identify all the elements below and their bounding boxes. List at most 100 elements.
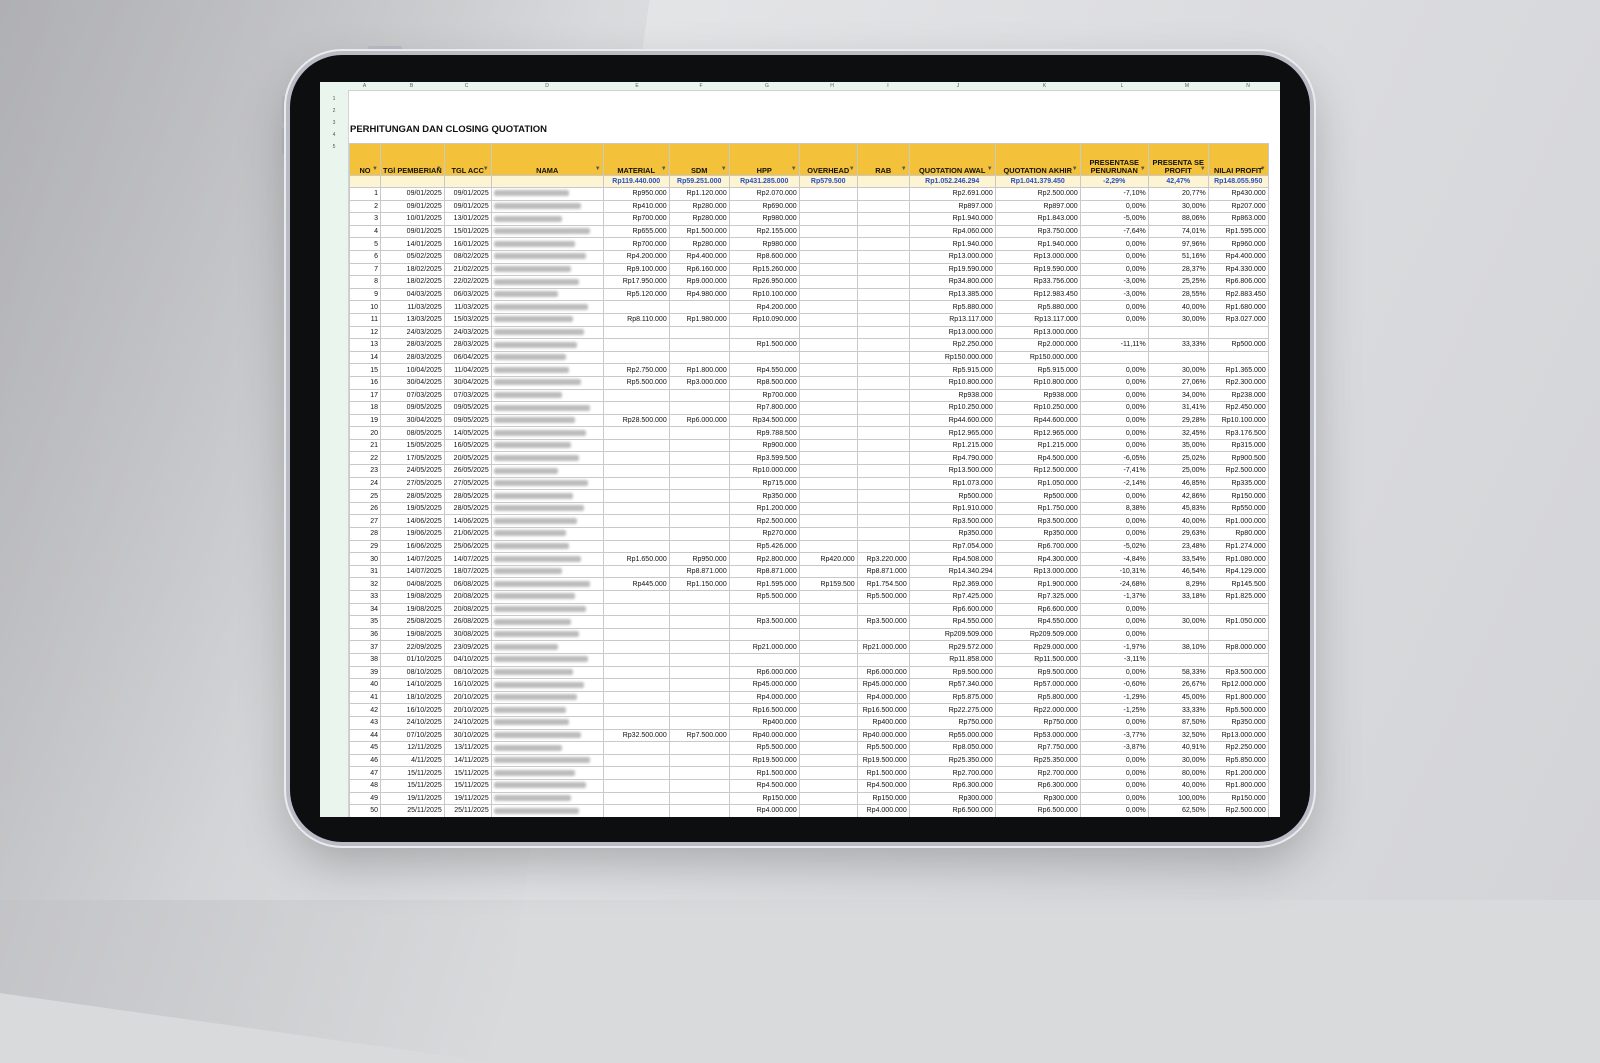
row-quotation-awal[interactable]: Rp13.000.000 <box>908 249 996 264</box>
row-tgl-pemberian[interactable]: 19/08/2025 <box>380 590 445 604</box>
row-presentase-profit[interactable]: 62,50% <box>1147 804 1209 817</box>
row-nama[interactable] <box>490 804 604 817</box>
row-tgl-pemberian[interactable]: 14/07/2025 <box>380 564 445 579</box>
row-sdm[interactable]: Rp1.120.000 <box>668 187 730 201</box>
row-tgl-acc[interactable]: 30/04/2025 <box>443 375 492 390</box>
row-quotation-awal[interactable]: Rp19.590.000 <box>908 262 996 277</box>
row-rab[interactable] <box>856 312 910 327</box>
row-tgl-acc[interactable]: 28/05/2025 <box>443 501 492 516</box>
row-tgl-acc[interactable]: 09/05/2025 <box>443 401 492 415</box>
row-material[interactable]: Rp17.950.000 <box>602 275 670 289</box>
column-letter[interactable]: D <box>491 82 603 90</box>
row-presentase-penurunan[interactable]: -4,84% <box>1079 552 1149 566</box>
row-nama[interactable] <box>490 564 604 579</box>
row-nilai-profit[interactable]: Rp2.450.000 <box>1207 401 1269 415</box>
row-material[interactable]: Rp28.500.000 <box>602 413 670 428</box>
row-tgl-pemberian[interactable]: 08/05/2025 <box>380 426 445 440</box>
row-hpp[interactable]: Rp21.000.000 <box>728 640 800 654</box>
row-tgl-acc[interactable]: 20/08/2025 <box>443 590 492 604</box>
row-hpp[interactable] <box>728 350 800 365</box>
row-presentase-penurunan[interactable]: -3,87% <box>1079 741 1149 755</box>
row-nilai-profit[interactable]: Rp1.000.000 <box>1207 514 1269 529</box>
row-presentase-penurunan[interactable]: 0,00% <box>1079 778 1149 793</box>
row-quotation-akhir[interactable]: Rp4.300.000 <box>994 552 1081 566</box>
row-tgl-acc[interactable]: 11/04/2025 <box>443 363 492 377</box>
row-tgl-pemberian[interactable]: 25/08/2025 <box>380 615 445 629</box>
row-nama[interactable] <box>490 766 604 780</box>
row-nilai-profit[interactable]: Rp150.000 <box>1207 489 1269 503</box>
column-letter[interactable]: E <box>604 82 670 90</box>
row-tgl-pemberian[interactable]: 11/03/2025 <box>380 300 445 314</box>
row-overhead[interactable] <box>798 590 858 604</box>
row-rab[interactable]: Rp21.000.000 <box>856 640 910 654</box>
row-overhead[interactable] <box>798 224 858 239</box>
row-quotation-akhir[interactable]: Rp350.000 <box>994 527 1081 541</box>
filter-icon[interactable]: ▼ <box>849 165 855 173</box>
header-tgl-acc[interactable]: TGL ACC ▼ <box>443 143 492 176</box>
row-rab[interactable] <box>856 262 910 277</box>
table-row[interactable]: 25 28/05/2025 28/05/2025 Rp350.000 Rp500.000… <box>349 489 1269 503</box>
row-presentase-profit[interactable]: 51,16% <box>1147 249 1209 264</box>
table-row[interactable]: 31 14/07/2025 18/07/2025 Rp8.871.000 Rp8.871… <box>349 564 1269 579</box>
row-presentase-profit[interactable]: 40,00% <box>1147 300 1209 314</box>
row-hpp[interactable]: Rp4.550.000 <box>728 363 800 377</box>
row-nama[interactable] <box>490 640 604 654</box>
column-letter[interactable]: H <box>803 82 861 90</box>
row-rab[interactable] <box>856 212 910 226</box>
row-presentase-penurunan[interactable]: -10,31% <box>1079 564 1149 579</box>
row-overhead[interactable] <box>798 262 858 277</box>
row-overhead[interactable] <box>798 363 858 377</box>
row-overhead[interactable] <box>798 766 858 780</box>
row-no[interactable]: 26 <box>349 501 381 516</box>
row-nilai-profit[interactable]: Rp4.400.000 <box>1207 249 1269 264</box>
row-material[interactable]: Rp1.650.000 <box>602 552 670 566</box>
row-tgl-acc[interactable]: 15/03/2025 <box>443 312 492 327</box>
row-hpp[interactable]: Rp9.788.500 <box>728 426 800 440</box>
row-no[interactable]: 41 <box>349 690 381 705</box>
row-sdm[interactable] <box>668 451 730 466</box>
row-rab[interactable]: Rp8.871.000 <box>856 564 910 579</box>
row-tgl-pemberian[interactable]: 15/05/2025 <box>380 438 445 453</box>
row-nilai-profit[interactable]: Rp315.000 <box>1207 438 1269 453</box>
table-row[interactable]: 43 24/10/2025 24/10/2025 Rp400.000 Rp400.000… <box>349 715 1269 730</box>
row-tgl-pemberian[interactable]: 18/02/2025 <box>380 275 445 289</box>
row-overhead[interactable] <box>798 350 858 365</box>
row-hpp[interactable]: Rp150.000 <box>728 791 800 806</box>
row-presentase-profit[interactable]: 20,77% <box>1147 187 1209 201</box>
row-material[interactable]: Rp32.500.000 <box>602 728 670 743</box>
row-hpp[interactable] <box>728 627 800 642</box>
row-presentase-profit[interactable]: 30,00% <box>1147 199 1209 214</box>
row-tgl-pemberian[interactable]: 24/10/2025 <box>380 715 445 730</box>
row-overhead[interactable] <box>798 375 858 390</box>
row-sdm[interactable] <box>668 627 730 642</box>
row-hpp[interactable]: Rp4.000.000 <box>728 804 800 817</box>
row-nama[interactable] <box>490 627 604 642</box>
row-rab[interactable]: Rp4.500.000 <box>856 778 910 793</box>
row-nilai-profit[interactable]: Rp2.883.450 <box>1207 287 1269 302</box>
header-overhead[interactable]: OVERHEAD ▼ <box>798 143 858 176</box>
table-row[interactable]: 11 13/03/2025 15/03/2025 Rp8.110.000 Rp1.980… <box>349 312 1269 327</box>
row-material[interactable]: Rp4.200.000 <box>602 249 670 264</box>
row-quotation-akhir[interactable]: Rp57.000.000 <box>994 678 1081 692</box>
row-overhead[interactable] <box>798 464 858 478</box>
row-quotation-awal[interactable]: Rp938.000 <box>908 388 996 403</box>
row-presentase-penurunan[interactable]: 0,00% <box>1079 602 1149 617</box>
row-quotation-awal[interactable]: Rp10.250.000 <box>908 401 996 415</box>
row-quotation-akhir[interactable]: Rp53.000.000 <box>994 728 1081 743</box>
row-rab[interactable]: Rp5.500.000 <box>856 741 910 755</box>
row-nilai-profit[interactable]: Rp863.000 <box>1207 212 1269 226</box>
total-rab[interactable] <box>856 175 910 188</box>
row-material[interactable] <box>602 489 670 503</box>
row-hpp[interactable]: Rp2.500.000 <box>728 514 800 529</box>
row-nama[interactable] <box>490 527 604 541</box>
row-tgl-acc[interactable]: 19/11/2025 <box>443 791 492 806</box>
row-quotation-awal[interactable]: Rp2.369.000 <box>908 577 996 591</box>
table-row[interactable]: 16 30/04/2025 30/04/2025 Rp5.500.000 Rp3.000… <box>349 375 1269 390</box>
row-hpp[interactable]: Rp270.000 <box>728 527 800 541</box>
row-tgl-acc[interactable]: 14/05/2025 <box>443 426 492 440</box>
row-nilai-profit[interactable] <box>1207 350 1269 365</box>
row-material[interactable] <box>602 438 670 453</box>
filter-icon[interactable]: ▼ <box>483 165 489 173</box>
row-quotation-akhir[interactable]: Rp33.756.000 <box>994 275 1081 289</box>
row-material[interactable] <box>602 778 670 793</box>
